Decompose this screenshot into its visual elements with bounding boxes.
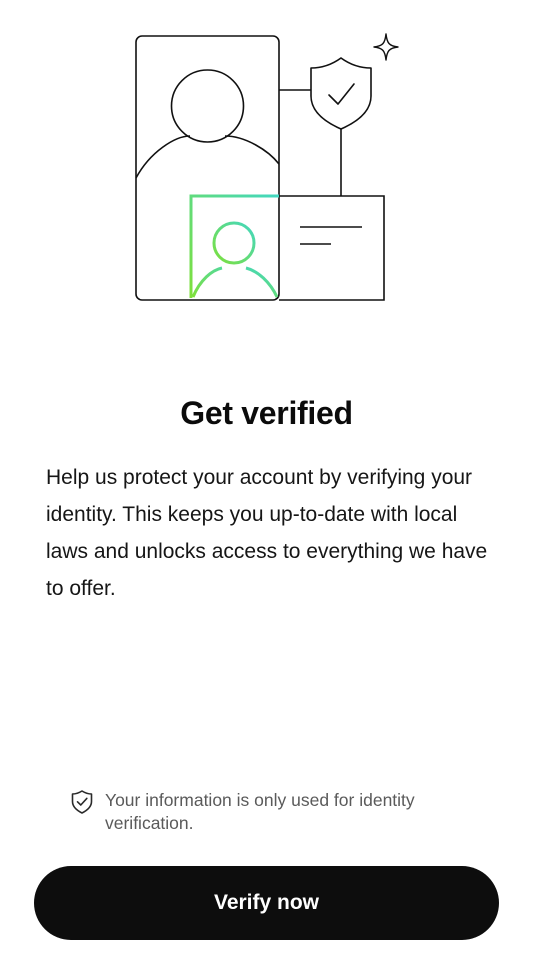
privacy-notice-text: Your information is only used for identi… — [105, 790, 415, 833]
verification-description: Help us protect your account by verifyin… — [46, 466, 488, 600]
verify-now-button[interactable]: Verify now — [34, 866, 499, 940]
sparkle-icon — [373, 33, 399, 61]
portrait-card-icon — [135, 35, 280, 301]
person-icon — [135, 69, 280, 179]
id-card-illustration — [135, 33, 399, 301]
privacy-notice: Your information is only used for identi… — [70, 789, 480, 835]
shield-check-icon — [71, 790, 93, 814]
page-title: Get verified — [180, 395, 353, 432]
selfie-photo-icon — [189, 194, 279, 298]
document-card-icon — [279, 195, 385, 301]
shield-check-illustration-icon — [310, 57, 372, 130]
identity-verification-illustration — [0, 0, 533, 320]
